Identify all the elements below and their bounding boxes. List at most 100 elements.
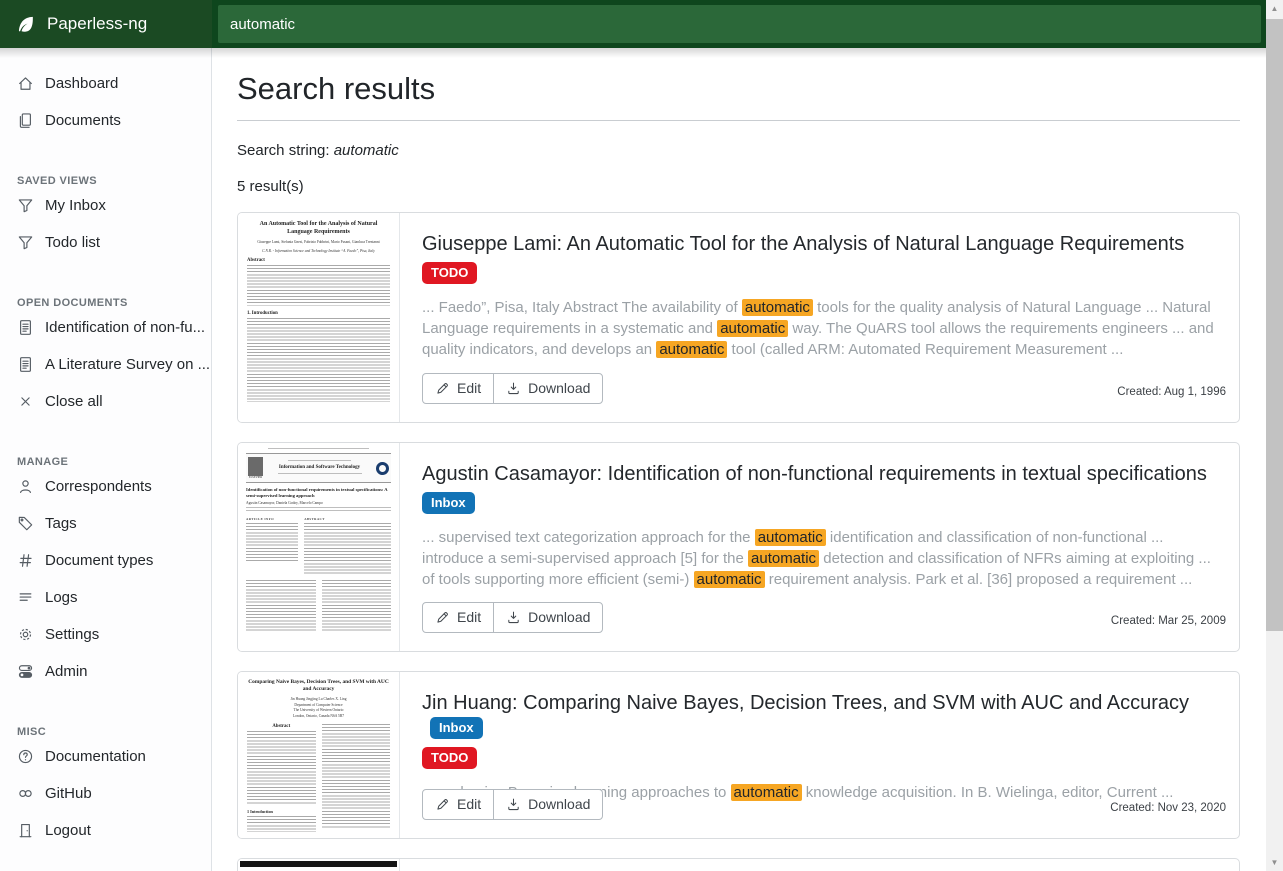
page-scrollbar[interactable]: ▲ ▼ — [1266, 0, 1283, 871]
thumb-paper-affiliation: C.N.R. - Information Science and Technol… — [247, 249, 390, 254]
sidebar-item-open-doc-2[interactable]: A Literature Survey on ... — [0, 346, 211, 383]
sidebar: Dashboard Documents SAVED VIEWS My Inbox… — [0, 48, 212, 871]
document-title-link[interactable]: Jin Huang: Comparing Naive Bayes, Decisi… — [422, 690, 1225, 742]
files-icon — [17, 112, 34, 129]
sidebar-item-label: GitHub — [45, 785, 92, 802]
tag-badge-todo: TODO — [422, 262, 477, 284]
sidebar-item-github[interactable]: GitHub — [0, 775, 211, 812]
sidebar-item-label: Documentation — [45, 748, 146, 765]
thumb-journal-name: Information and Software Technology — [267, 465, 372, 471]
sidebar-item-logs[interactable]: Logs — [0, 579, 211, 616]
app-title: Paperless-ng — [47, 14, 147, 34]
divider — [237, 120, 1240, 121]
link-icon — [17, 785, 34, 802]
sidebar-item-settings[interactable]: Settings — [0, 616, 211, 653]
highlighted-term: automatic — [755, 529, 826, 546]
search-bar — [212, 0, 1266, 48]
pencil-icon — [435, 381, 450, 396]
thumb-dark-header — [240, 861, 397, 867]
edit-button[interactable]: Edit — [422, 373, 494, 404]
sidebar-item-label: Logout — [45, 822, 91, 839]
thumb-paper-title: An Automatic Tool for the Analysis of Na… — [247, 220, 390, 236]
highlighted-term: automatic — [742, 299, 813, 316]
download-button[interactable]: Download — [493, 602, 603, 633]
created-date: Created: Aug 1, 1996 — [1117, 386, 1226, 398]
sidebar-item-label: Document types — [45, 552, 153, 569]
house-icon — [17, 75, 34, 92]
sidebar-item-label: Settings — [45, 626, 99, 643]
search-input[interactable] — [218, 5, 1261, 43]
highlighted-term: automatic — [717, 320, 788, 337]
sidebar-item-documentation[interactable]: Documentation — [0, 738, 211, 775]
scrollbar-thumb[interactable] — [1266, 19, 1283, 631]
result-card: An Automatic Tool for the Analysis of Na… — [237, 212, 1240, 423]
sidebar-section-manage: MANAGE — [0, 439, 211, 468]
scroll-down-arrow-icon[interactable]: ▼ — [1266, 854, 1283, 871]
sidebar-item-document-types[interactable]: Document types — [0, 542, 211, 579]
sidebar-item-label: My Inbox — [45, 197, 106, 214]
search-string-label: Search string: — [237, 142, 330, 159]
hash-icon — [17, 552, 34, 569]
sidebar-item-my-inbox[interactable]: My Inbox — [0, 187, 211, 224]
file-text-icon — [17, 319, 34, 336]
highlighted-term: automatic — [748, 550, 819, 567]
thumb-abstract-heading: Abstract — [247, 724, 316, 729]
file-text-icon — [17, 356, 34, 373]
sidebar-item-tags[interactable]: Tags — [0, 505, 211, 542]
sidebar-item-dashboard[interactable]: Dashboard — [0, 65, 211, 102]
sidebar-item-label: Correspondents — [45, 478, 152, 495]
document-title-link[interactable]: Agustin Casamayor: Identification of non… — [422, 461, 1225, 487]
sidebar-section-misc: MISC — [0, 709, 211, 738]
tag-badge-todo: TODO — [422, 747, 477, 769]
sidebar-section-open-documents: OPEN DOCUMENTS — [0, 280, 211, 309]
sidebar-item-todo-list[interactable]: Todo list — [0, 224, 211, 261]
tag-badge-inbox: Inbox — [422, 492, 475, 514]
journal-logo — [376, 462, 389, 475]
sidebar-item-open-doc-1[interactable]: Identification of non-fu... — [0, 309, 211, 346]
tag-icon — [17, 515, 34, 532]
leaf-logo-icon — [15, 14, 36, 35]
pencil-icon — [435, 610, 450, 625]
person-icon — [17, 478, 34, 495]
sidebar-item-label: Admin — [45, 663, 88, 680]
question-circle-icon — [17, 748, 34, 765]
created-date: Created: Mar 25, 2009 — [1111, 615, 1226, 627]
sidebar-item-documents[interactable]: Documents — [0, 102, 211, 139]
list-icon — [17, 589, 34, 606]
edit-button[interactable]: Edit — [422, 789, 494, 820]
sidebar-item-label: Tags — [45, 515, 77, 532]
pencil-icon — [435, 797, 450, 812]
result-card-partial — [237, 858, 1240, 871]
download-button[interactable]: Download — [493, 373, 603, 404]
edit-button[interactable]: Edit — [422, 602, 494, 633]
sidebar-item-close-all[interactable]: Close all — [0, 383, 211, 420]
document-thumbnail[interactable]: An Automatic Tool for the Analysis of Na… — [238, 213, 400, 422]
document-thumbnail[interactable]: Comparing Naive Bayes, Decision Trees, a… — [238, 672, 400, 838]
download-button[interactable]: Download — [493, 789, 603, 820]
sidebar-item-admin[interactable]: Admin — [0, 653, 211, 690]
sidebar-section-saved-views: SAVED VIEWS — [0, 158, 211, 187]
x-icon — [17, 393, 34, 410]
funnel-icon — [17, 234, 34, 251]
thumb-intro-heading: 1. Introduction — [247, 311, 390, 316]
document-thumbnail[interactable]: ELSEVIER Information and Software Techno… — [238, 443, 400, 651]
document-thumbnail[interactable] — [238, 859, 400, 871]
thumb-text-lines — [268, 448, 370, 451]
download-icon — [506, 610, 521, 625]
thumb-paper-title: Comparing Naive Bayes, Decision Trees, a… — [247, 679, 390, 693]
card-actions: Edit Download — [422, 602, 603, 633]
toggles-icon — [17, 663, 34, 680]
search-string-value: automatic — [334, 142, 399, 159]
highlighted-term: automatic — [731, 784, 802, 801]
document-title-link[interactable]: Giuseppe Lami: An Automatic Tool for the… — [422, 231, 1225, 257]
thumb-text-lines — [247, 318, 390, 402]
funnel-icon — [17, 197, 34, 214]
scroll-up-arrow-icon[interactable]: ▲ — [1266, 0, 1283, 17]
app-brand[interactable]: Paperless-ng — [0, 0, 212, 48]
download-icon — [506, 381, 521, 396]
main-content: Search results Search string: automatic … — [212, 48, 1266, 871]
sidebar-item-logout[interactable]: Logout — [0, 812, 211, 849]
card-actions: Edit Download — [422, 789, 603, 820]
gear-icon — [17, 626, 34, 643]
sidebar-item-correspondents[interactable]: Correspondents — [0, 468, 211, 505]
